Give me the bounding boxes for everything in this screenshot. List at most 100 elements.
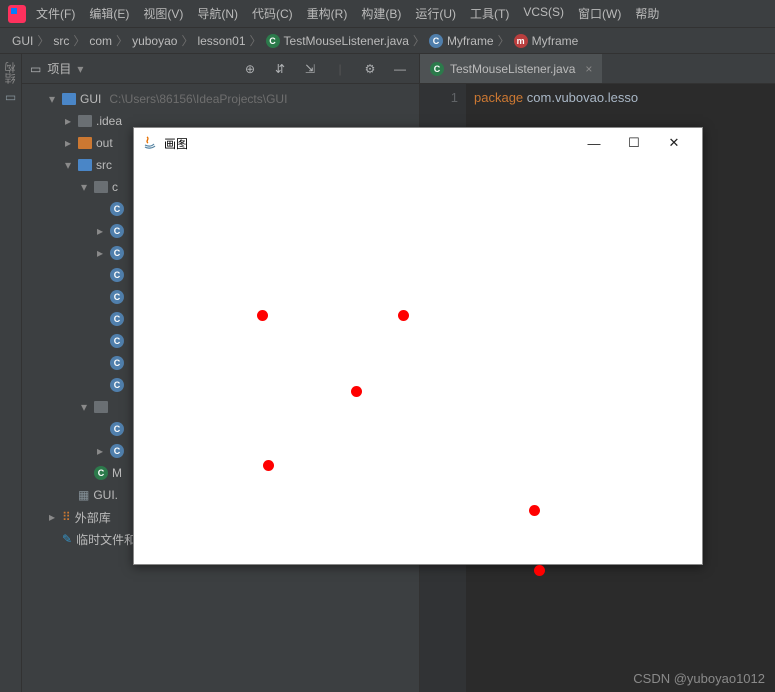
menu-item[interactable]: 运行(U) <box>415 5 456 22</box>
expand-toggle-icon[interactable]: ▸ <box>62 136 74 150</box>
close-icon[interactable]: × <box>585 62 592 76</box>
tree-node[interactable]: ▾ GUIC:\Users\86156\IdeaProjects\GUI <box>22 88 419 110</box>
popup-titlebar[interactable]: 画图 — ☐ ✕ <box>134 128 702 158</box>
node-icon <box>62 93 76 105</box>
node-label: 外部库 <box>75 509 111 526</box>
gear-icon[interactable]: ⚙ <box>359 58 381 80</box>
locate-icon[interactable]: ⊕ <box>239 58 261 80</box>
tab-testmouselistener[interactable]: C TestMouseListener.java × <box>420 54 602 83</box>
node-icon <box>94 401 108 413</box>
breadcrumb-item[interactable]: src <box>53 34 69 48</box>
watermark: CSDN @yuboyao1012 <box>633 671 765 686</box>
expand-toggle-icon[interactable]: ▾ <box>46 92 58 106</box>
node-icon: ✎ <box>62 532 72 546</box>
class-icon: C <box>429 34 443 48</box>
node-icon: ⠿ <box>62 510 71 524</box>
expand-toggle-icon[interactable]: ▸ <box>46 510 58 524</box>
node-icon <box>94 181 108 193</box>
node-label: M <box>112 466 122 480</box>
class-icon: C <box>430 62 444 76</box>
red-dot <box>534 565 545 576</box>
red-dot <box>263 460 274 471</box>
java-icon <box>142 135 158 151</box>
node-icon: C <box>110 224 124 238</box>
breadcrumb-item[interactable]: CMyframe <box>429 34 494 48</box>
node-label: GUI. <box>93 488 118 502</box>
left-toolbar: 结构 ▭ <box>0 54 22 692</box>
breadcrumb-item[interactable]: CTestMouseListener.java <box>266 34 409 48</box>
node-icon <box>78 115 92 127</box>
node-label: c <box>112 180 118 194</box>
expand-toggle-icon[interactable]: ▾ <box>78 400 90 414</box>
node-icon: C <box>110 202 124 216</box>
drawing-canvas[interactable] <box>134 158 702 564</box>
node-icon: C <box>110 356 124 370</box>
minimize-button[interactable]: — <box>574 136 614 151</box>
expand-toggle-icon[interactable]: ▾ <box>78 180 90 194</box>
node-icon: C <box>110 290 124 304</box>
node-icon: ▦ <box>78 488 89 502</box>
class-icon: C <box>266 34 280 48</box>
tab-label: TestMouseListener.java <box>450 62 575 76</box>
menu-item[interactable]: VCS(S) <box>523 5 564 22</box>
expand-icon[interactable]: ⇵ <box>269 58 291 80</box>
red-dot <box>529 505 540 516</box>
expand-toggle-icon[interactable]: ▸ <box>62 114 74 128</box>
red-dot <box>398 310 409 321</box>
breadcrumb-item[interactable]: lesson01 <box>197 34 245 48</box>
method-icon: m <box>514 34 528 48</box>
node-icon: C <box>110 334 124 348</box>
breadcrumb: GUI〉src〉com〉yuboyao〉lesson01〉CTestMouseL… <box>0 28 775 54</box>
editor-tabs: C TestMouseListener.java × <box>420 54 775 84</box>
node-label: src <box>96 158 112 172</box>
menu-item[interactable]: 文件(F) <box>36 5 75 22</box>
breadcrumb-item[interactable]: mMyframe <box>514 34 579 48</box>
node-icon: C <box>94 466 108 480</box>
menu-item[interactable]: 构建(B) <box>361 5 401 22</box>
menu-item[interactable]: 工具(T) <box>470 5 509 22</box>
divider: | <box>329 58 351 80</box>
project-icon: ▭ <box>30 62 41 76</box>
drawing-window[interactable]: 画图 — ☐ ✕ <box>133 127 703 565</box>
main-menu: 文件(F) 编辑(E) 视图(V) 导航(N) 代码(C) 重构(R) 构建(B) 运行(U)… <box>36 5 659 22</box>
titlebar: 文件(F) 编辑(E) 视图(V) 导航(N) 代码(C) 重构(R) 构建(B) 运行(U)… <box>0 0 775 28</box>
folder-icon: ▭ <box>5 90 16 104</box>
structure-tool-label[interactable]: 结构 <box>3 62 19 84</box>
node-icon <box>78 159 92 171</box>
node-icon: C <box>110 444 124 458</box>
collapse-icon[interactable]: ⇲ <box>299 58 321 80</box>
menu-item[interactable]: 视图(V) <box>143 5 183 22</box>
breadcrumb-item[interactable]: GUI <box>12 34 33 48</box>
node-icon: C <box>110 422 124 436</box>
node-label: .idea <box>96 114 122 128</box>
menu-item[interactable]: 帮助 <box>635 5 659 22</box>
ide-logo-icon <box>8 5 26 23</box>
red-dot <box>351 386 362 397</box>
expand-toggle-icon[interactable]: ▸ <box>94 224 106 238</box>
menu-item[interactable]: 重构(R) <box>307 5 348 22</box>
close-button[interactable]: ✕ <box>654 135 694 151</box>
menu-item[interactable]: 代码(C) <box>252 5 293 22</box>
node-icon <box>78 137 92 149</box>
maximize-button[interactable]: ☐ <box>614 135 654 151</box>
menu-item[interactable]: 窗口(W) <box>578 5 621 22</box>
minimize-icon[interactable]: — <box>389 58 411 80</box>
expand-toggle-icon[interactable]: ▾ <box>62 158 74 172</box>
menu-item[interactable]: 编辑(E) <box>89 5 129 22</box>
node-label: out <box>96 136 113 150</box>
expand-toggle-icon[interactable]: ▸ <box>94 246 106 260</box>
project-title-text: 项目 <box>47 60 71 77</box>
expand-toggle-icon[interactable]: ▸ <box>94 444 106 458</box>
dropdown-icon[interactable]: ▾ <box>77 62 83 76</box>
project-header: ▭ 项目 ▾ ⊕ ⇵ ⇲ | ⚙ — <box>22 54 419 84</box>
breadcrumb-item[interactable]: yuboyao <box>132 34 177 48</box>
popup-title-text: 画图 <box>164 135 188 152</box>
breadcrumb-item[interactable]: com <box>89 34 112 48</box>
node-icon: C <box>110 378 124 392</box>
project-title[interactable]: ▭ 项目 ▾ <box>30 60 83 77</box>
menu-item[interactable]: 导航(N) <box>197 5 238 22</box>
node-icon: C <box>110 246 124 260</box>
red-dot <box>257 310 268 321</box>
node-icon: C <box>110 268 124 282</box>
node-icon: C <box>110 312 124 326</box>
